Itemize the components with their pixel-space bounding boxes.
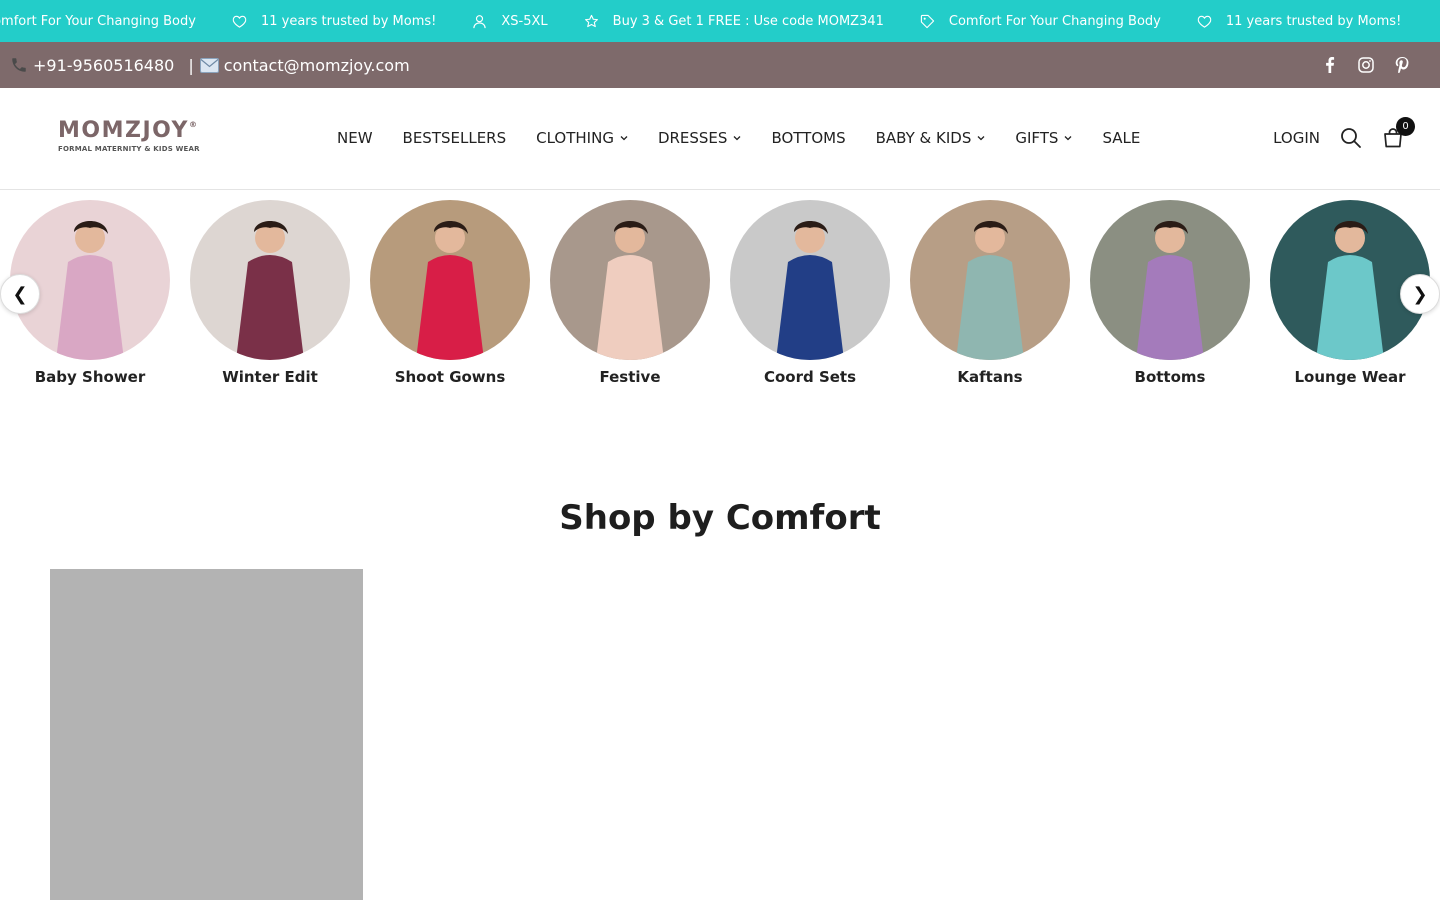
cart-icon[interactable]: 0 [1382,117,1415,149]
announcement-item: Comfort For Your Changing Body [0,14,196,29]
nav-item-gifts[interactable]: GIFTS [1015,129,1072,147]
category-image [730,200,890,360]
site-header: MOMZJOY® FORMAL MATERNITY & KIDS WEAR NE… [0,88,1440,190]
category-label: Lounge Wear [1294,368,1406,386]
category-item-bottoms[interactable]: Bottoms [1090,200,1250,386]
comfort-card-image-placeholder[interactable] [50,569,363,900]
announcement-item: Comfort For Your Changing Body [920,14,1161,29]
chevron-down-icon [620,135,628,141]
chevron-down-icon [977,135,985,141]
instagram-icon[interactable] [1358,57,1374,73]
announcement-text: Comfort For Your Changing Body [0,13,196,29]
category-item-festive[interactable]: Festive [550,200,710,386]
nav-item-label: GIFTS [1015,129,1059,147]
category-label: Bottoms [1134,368,1206,386]
chevron-down-icon [733,135,741,141]
announcement-text: XS-5XL [501,13,548,29]
contact-info: +91-9560516480 | contact@momzjoy.com [0,56,410,75]
contact-bar: +91-9560516480 | contact@momzjoy.com [0,42,1440,88]
nav-item-label: DRESSES [657,129,728,147]
carousel-prev-button[interactable]: ❮ [0,274,40,314]
nav-item-dresses[interactable]: DRESSES [658,129,742,147]
category-label: Festive [599,368,661,386]
nav-item-baby-kids[interactable]: BABY & KIDS [876,129,986,147]
category-label: Coord Sets [763,368,857,386]
announcement-text: Buy 3 & Get 1 FREE : Use code MOMZ341 [612,13,884,29]
category-item-winter-edit[interactable]: Winter Edit [190,200,350,386]
category-image [550,200,710,360]
search-icon[interactable] [1340,127,1362,149]
heart-icon [1197,14,1212,29]
nav-item-sale[interactable]: SALE [1102,129,1140,147]
email-address[interactable]: contact@momzjoy.com [224,56,410,75]
announcement-item: Buy 3 & Get 1 FREE : Use code MOMZ341 [584,14,884,29]
heart-icon [232,14,247,29]
category-image [370,200,530,360]
contact-separator: | [188,55,194,75]
announcement-item: XS-5XL [472,13,548,29]
nav-item-label: SALE [1102,129,1141,147]
logo-wordmark: MOMZJOY® [58,118,199,143]
announcement-bar: Comfort For Your Changing Body 11 years t… [0,0,1440,42]
social-links [1322,42,1410,88]
logo[interactable]: MOMZJOY® FORMAL MATERNITY & KIDS WEAR [58,118,208,153]
nav-item-label: BABY & KIDS [875,129,972,147]
category-image [190,200,350,360]
announcement-text: Comfort For Your Changing Body [948,13,1161,29]
mail-icon [199,57,219,73]
category-item-shoot-gowns[interactable]: Shoot Gowns [370,200,530,386]
section-title: Shop by Comfort [559,498,881,538]
nav-item-label: CLOTHING [536,129,614,147]
tag-icon [920,14,935,29]
nav-item-new[interactable]: NEW [337,129,373,147]
announcement-item: 11 years trusted by Moms! [232,14,436,29]
category-label: Baby Shower [34,368,146,386]
nav-item-bottoms[interactable]: BOTTOMS [771,129,845,147]
category-label: Shoot Gowns [394,368,506,386]
category-image [1090,200,1250,360]
announcement-track: Comfort For Your Changing Body 11 years t… [0,0,1437,42]
nav-item-label: BOTTOMS [771,129,846,147]
pinterest-icon[interactable] [1394,57,1410,73]
header-actions: LOGIN 0 [1273,88,1415,188]
category-image [910,200,1070,360]
nav-item-clothing[interactable]: CLOTHING [536,129,628,147]
phone-number[interactable]: +91-9560516480 [33,56,174,75]
announcement-text: 11 years trusted by Moms! [260,13,437,29]
category-carousel: Baby Shower Winter Edit Shoot Gowns Festive… [0,190,1440,410]
nav-item-bestsellers[interactable]: BESTSELLERS [403,129,507,147]
user-icon [472,14,487,29]
announcement-text: 11 years trusted by Moms! [1225,13,1402,29]
facebook-icon[interactable] [1322,57,1338,73]
chevron-down-icon [1064,135,1072,141]
star-icon [584,14,599,29]
category-item-kaftans[interactable]: Kaftans [910,200,1070,386]
category-label: Winter Edit [222,368,318,386]
carousel-next-button[interactable]: ❯ [1400,274,1440,314]
cart-count-badge: 0 [1396,117,1415,136]
phone-icon [10,56,28,74]
nav-item-label: NEW [337,129,373,147]
category-item-coord-sets[interactable]: Coord Sets [730,200,890,386]
nav-item-label: BESTSELLERS [402,129,507,147]
logo-tagline: FORMAL MATERNITY & KIDS WEAR [58,145,200,153]
main-nav: NEW BESTSELLERS CLOTHING DRESSES BOTTOMS BABY… [337,88,1140,188]
category-label: Kaftans [957,368,1023,386]
announcement-item: 11 years trusted by Moms! [1197,14,1401,29]
login-link[interactable]: LOGIN [1273,129,1320,147]
